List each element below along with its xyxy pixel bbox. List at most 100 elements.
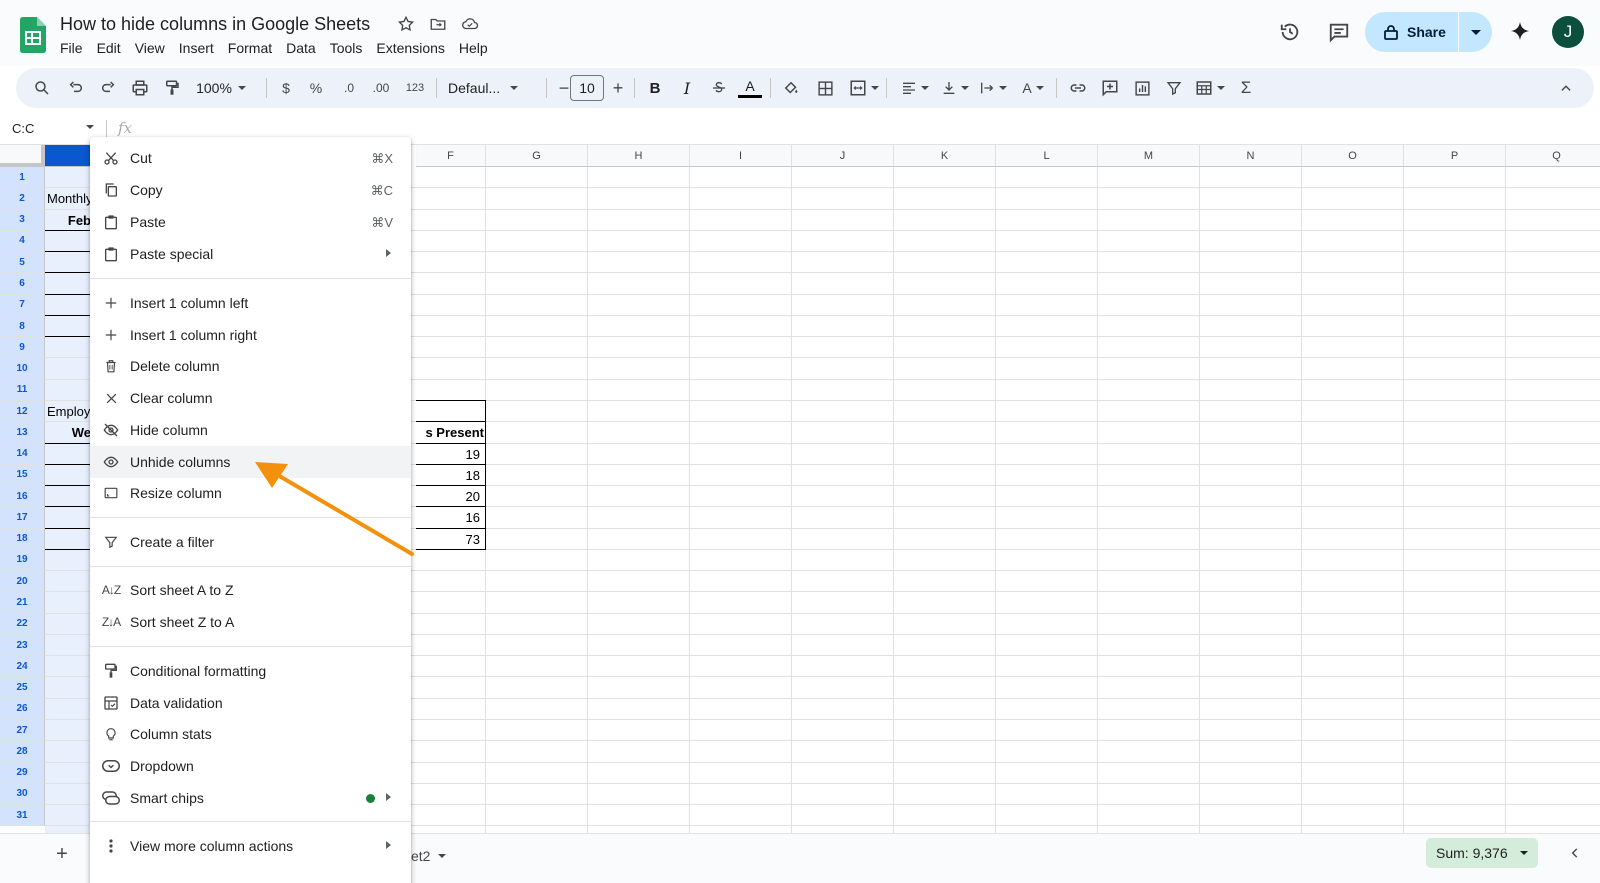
row-header-30[interactable]: 30 [0,783,45,806]
menu-item-sort-a-z[interactable]: A↓Z Sort sheet A to Z [90,574,411,606]
decrease-decimal-button[interactable]: .0 [338,76,360,100]
search-icon[interactable] [30,76,54,100]
column-header-c[interactable] [45,145,93,167]
vertical-align-icon[interactable] [938,76,972,100]
cell-r13c[interactable]: We [47,425,91,440]
row-header-9[interactable]: 9 [0,337,45,359]
sheet-tab[interactable]: et2 [411,848,447,864]
menu-item-sort-z-a[interactable]: Z↓A Sort sheet Z to A [90,606,411,638]
currency-format-button[interactable]: $ [278,76,294,100]
add-sheet-button[interactable]: + [52,843,72,865]
merge-cells-icon[interactable] [846,76,882,100]
print-icon[interactable] [128,76,152,100]
increase-decimal-button[interactable]: .00 [370,76,392,100]
insert-link-icon[interactable] [1066,76,1090,100]
row-header-31[interactable]: 31 [0,805,45,827]
menu-item-paste-special[interactable]: Paste special [90,238,411,270]
name-box[interactable]: C:C [12,121,34,136]
text-color-button[interactable]: A [738,76,762,100]
cell-r15f[interactable]: 18 [418,468,484,483]
menu-item-conditional-formatting[interactable]: Conditional formatting [90,655,411,687]
row-header-14[interactable]: 14 [0,443,45,465]
column-header-l[interactable]: L [996,145,1098,167]
gemini-sparkle-icon[interactable] [1509,20,1531,42]
horizontal-align-icon[interactable] [898,76,932,100]
column-header-g[interactable]: G [486,145,588,167]
column-header-n[interactable]: N [1200,145,1302,167]
cell-r16f[interactable]: 20 [418,489,484,504]
menu-format[interactable]: Format [221,38,279,58]
menu-data[interactable]: Data [279,38,323,58]
menu-item-hide-column[interactable]: Hide column [90,414,411,446]
fill-color-icon[interactable] [780,76,802,100]
menu-item-clear-column[interactable]: Clear column [90,382,411,414]
row-header-15[interactable]: 15 [0,464,45,487]
row-header-5[interactable]: 5 [0,252,45,274]
insert-chart-icon[interactable] [1130,76,1154,100]
zoom-select[interactable]: 100% [196,76,246,100]
row-header-21[interactable]: 21 [0,592,45,614]
document-title[interactable]: How to hide columns in Google Sheets [60,14,370,35]
column-header-k[interactable]: K [894,145,996,167]
cell-r12c[interactable]: Employ [47,404,91,419]
italic-button[interactable]: I [678,76,696,100]
row-header-23[interactable]: 23 [0,634,45,657]
cell-r3c[interactable]: Feb [47,213,91,228]
move-folder-icon[interactable] [428,14,448,34]
row-header-13[interactable]: 13 [0,422,45,444]
menu-item-unhide-columns[interactable]: Unhide columns [90,446,411,478]
avatar[interactable]: J [1552,16,1584,48]
row-header-17[interactable]: 17 [0,507,45,529]
row-header-8[interactable]: 8 [0,315,45,338]
version-history-icon[interactable] [1278,20,1302,44]
menu-item-copy[interactable]: Copy ⌘C [90,174,411,206]
cell-r17f[interactable]: 16 [418,510,484,525]
menu-view[interactable]: View [128,38,172,58]
column-header-o[interactable]: O [1302,145,1404,167]
row-header-1[interactable]: 1 [0,167,45,189]
chevron-left-icon[interactable] [1568,846,1582,865]
menu-item-data-validation[interactable]: Data validation [90,687,411,719]
selected-column-c[interactable] [45,167,93,833]
menu-insert[interactable]: Insert [172,38,221,58]
select-all-corner[interactable] [0,145,45,167]
row-header-26[interactable]: 26 [0,698,45,721]
redo-icon[interactable] [96,76,120,100]
row-header-29[interactable]: 29 [0,762,45,784]
sheets-logo-icon[interactable] [20,17,46,53]
row-header-4[interactable]: 4 [0,230,45,253]
share-dropdown-button[interactable] [1459,12,1492,52]
table-icon[interactable] [1192,76,1228,100]
menu-item-dropdown[interactable]: Dropdown [90,750,411,782]
menu-item-insert-column-left[interactable]: Insert 1 column left [90,287,411,319]
cell-r18f[interactable]: 73 [418,532,484,547]
borders-icon[interactable] [814,76,836,100]
row-header-7[interactable]: 7 [0,294,45,316]
comments-icon[interactable] [1327,20,1351,44]
text-rotation-icon[interactable]: A [1016,76,1050,100]
bold-button[interactable]: B [646,76,664,100]
row-header-28[interactable]: 28 [0,741,45,763]
row-header-16[interactable]: 16 [0,486,45,508]
row-header-10[interactable]: 10 [0,358,45,380]
star-icon[interactable] [396,14,416,34]
row-header-20[interactable]: 20 [0,571,45,593]
row-header-24[interactable]: 24 [0,656,45,678]
column-header-m[interactable]: M [1098,145,1200,167]
paint-format-icon[interactable] [160,76,184,100]
menu-item-smart-chips[interactable]: Smart chips [90,782,411,814]
menu-item-view-more-column-actions[interactable]: View more column actions [90,830,411,862]
menu-item-cut[interactable]: Cut ⌘X [90,142,411,174]
menu-item-insert-column-right[interactable]: Insert 1 column right [90,319,411,351]
font-family-select[interactable]: Defaul... [448,76,544,100]
row-header-18[interactable]: 18 [0,528,45,550]
row-header-11[interactable]: 11 [0,379,45,401]
row-header-22[interactable]: 22 [0,613,45,635]
row-header-25[interactable]: 25 [0,677,45,699]
collapse-menus-icon[interactable] [1554,76,1578,100]
strikethrough-icon[interactable] [708,76,730,100]
row-header-27[interactable]: 27 [0,720,45,742]
row-header-2[interactable]: 2 [0,188,45,210]
row-header-12[interactable]: 12 [0,400,45,423]
menu-help[interactable]: Help [452,38,495,58]
